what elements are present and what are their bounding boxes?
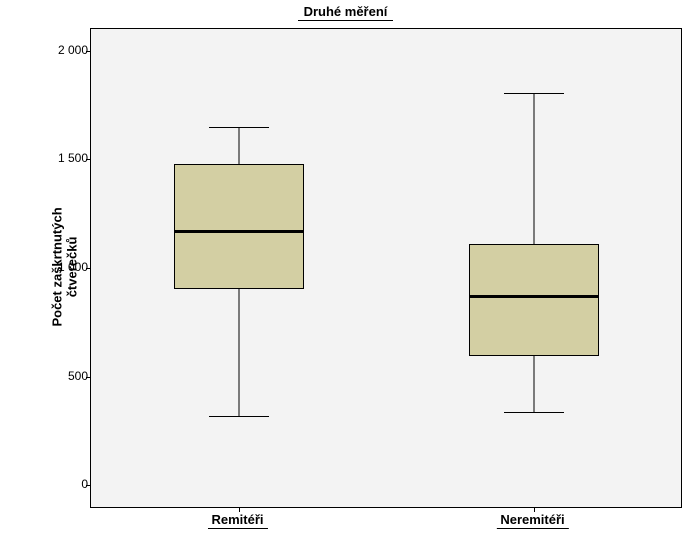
iqr-box <box>174 164 304 289</box>
whisker-cap-lower <box>209 416 269 417</box>
y-tick-label: 2 000 <box>28 43 88 57</box>
whisker-upper <box>238 127 239 164</box>
median-line <box>174 230 304 233</box>
y-tick <box>86 159 91 160</box>
whisker-lower <box>238 289 239 416</box>
boxplot-remitéři <box>174 29 304 507</box>
whisker-lower <box>533 356 534 412</box>
y-tick-label: 1 500 <box>28 151 88 165</box>
y-tick <box>86 377 91 378</box>
y-tick-label: 1 000 <box>28 260 88 274</box>
y-tick <box>86 51 91 52</box>
y-tick-label: 500 <box>28 369 88 383</box>
y-tick <box>86 268 91 269</box>
chart-title: Druhé měření <box>0 4 691 19</box>
y-axis-tick-labels: 05001 0001 5002 000 <box>55 28 88 506</box>
chart-title-text: Druhé měření <box>298 4 394 21</box>
whisker-cap-lower <box>504 412 564 413</box>
whisker-cap-upper <box>504 93 564 94</box>
whisker-upper <box>533 93 534 244</box>
whisker-cap-upper <box>209 127 269 128</box>
x-axis-tick-labels: Remitéři Neremitéři <box>90 512 680 532</box>
iqr-box <box>469 244 599 356</box>
y-tick-label: 0 <box>28 477 88 491</box>
median-line <box>469 295 599 298</box>
y-tick <box>86 485 91 486</box>
chart-frame: Druhé měření Počet zaškrtnutých čtverečk… <box>0 0 691 546</box>
plot-area <box>90 28 682 508</box>
boxplot-neremitéři <box>469 29 599 507</box>
x-tick-label: Neremitéři <box>496 512 568 529</box>
x-tick-label: Remitéři <box>207 512 267 529</box>
